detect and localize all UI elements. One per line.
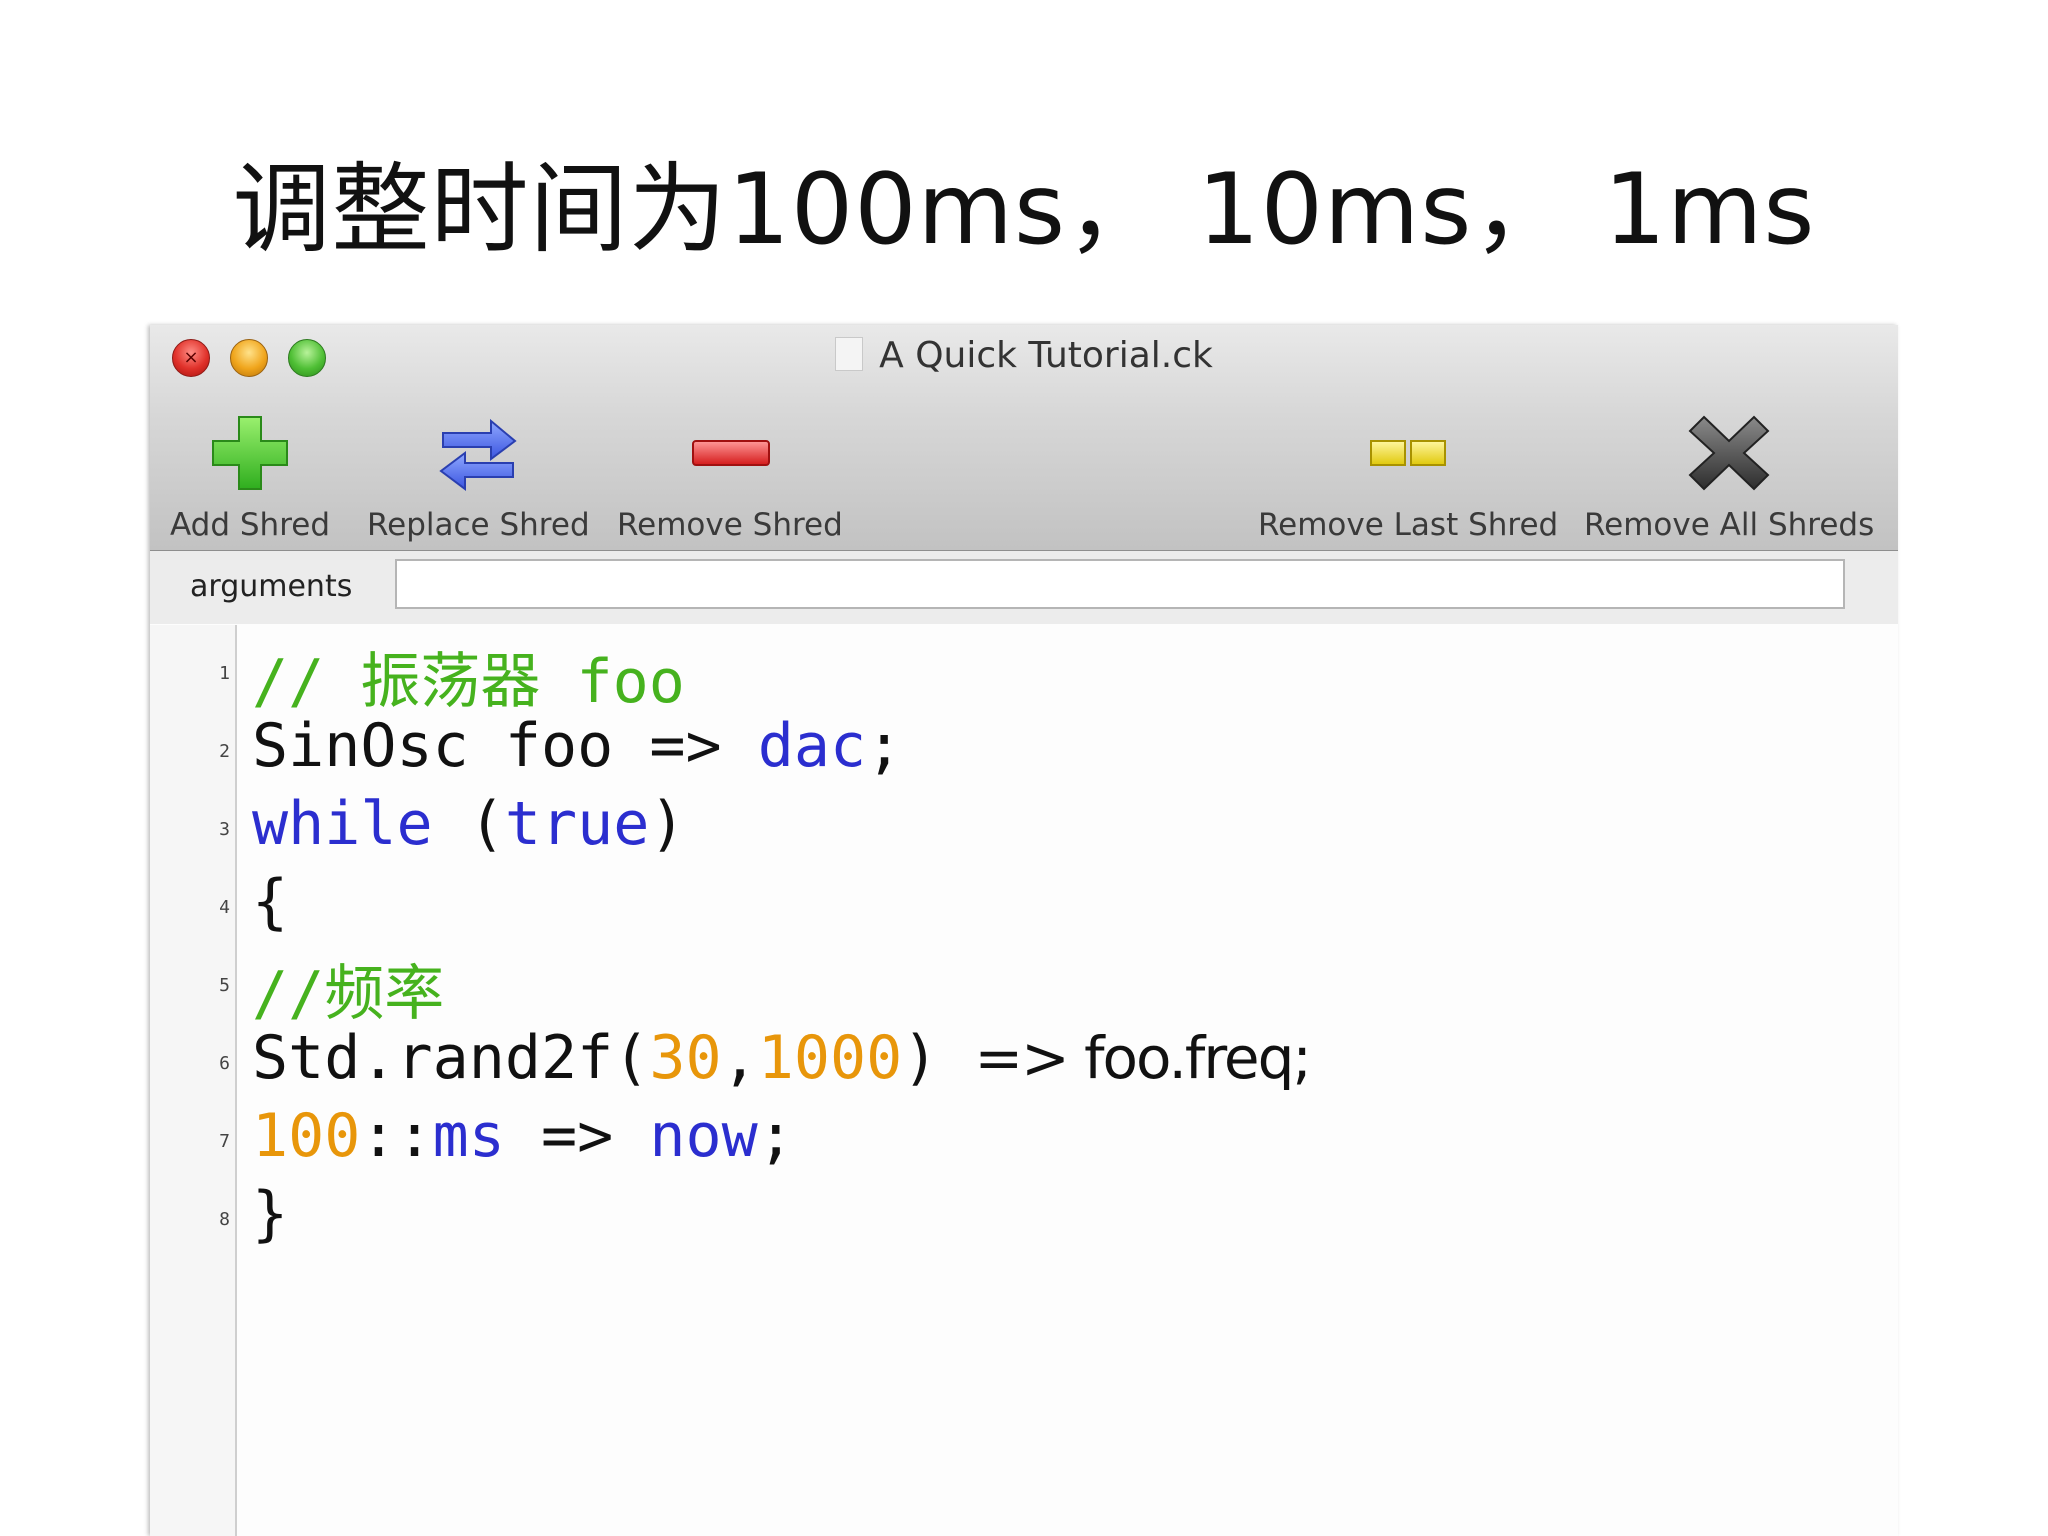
code-text: // 振荡器 foo xyxy=(252,633,685,720)
window-title-text: A Quick Tutorial.ck xyxy=(879,335,1213,376)
code-token: } xyxy=(252,1179,289,1249)
line-number: 4 xyxy=(219,897,230,918)
window-toolbar: × A Quick Tutorial.ck Add Shred Replace … xyxy=(150,325,1898,551)
line-number: 1 xyxy=(219,663,230,684)
code-text: } xyxy=(252,1179,288,1249)
code-text: 100::ms => now; xyxy=(252,1101,794,1171)
remove-last-shred-label: Remove Last Shred xyxy=(1258,507,1559,543)
code-line: 7 100::ms => now; xyxy=(150,1101,1898,1179)
code-number: 100 xyxy=(252,1101,361,1171)
code-token: ) xyxy=(649,789,686,859)
code-token: :: xyxy=(360,1101,433,1171)
code-token: ; xyxy=(757,1101,794,1171)
editor-window: × A Quick Tutorial.ck Add Shred Replace … xyxy=(150,325,1898,1536)
document-icon xyxy=(835,337,864,371)
code-token: ; xyxy=(866,711,903,781)
code-token: => foo.freq; xyxy=(974,1024,1311,1092)
code-comment: //频率 xyxy=(252,959,445,1029)
code-text: while (true) xyxy=(252,789,686,859)
code-number: 1000 xyxy=(757,1023,903,1093)
code-line: 3 while (true) xyxy=(150,789,1898,867)
remove-all-shreds-label: Remove All Shreds xyxy=(1584,507,1875,543)
code-text: Std.rand2f(30,1000) => foo.freq; xyxy=(252,1023,1312,1093)
arguments-label: arguments xyxy=(190,569,353,604)
code-token: ( xyxy=(432,789,505,859)
code-comment: // 振荡器 foo xyxy=(252,647,685,717)
plus-icon xyxy=(212,416,288,490)
code-text: SinOsc foo => dac; xyxy=(252,711,902,781)
arguments-bar: arguments xyxy=(150,551,1898,624)
code-token: SinOsc foo => xyxy=(252,711,758,781)
add-shred-button[interactable]: Add Shred xyxy=(170,413,330,543)
remove-all-shreds-button[interactable]: Remove All Shreds xyxy=(1584,413,1874,543)
replace-shred-button[interactable]: Replace Shred xyxy=(367,413,590,543)
code-token: , xyxy=(721,1023,758,1093)
x-mark-icon xyxy=(1688,415,1770,491)
line-number: 6 xyxy=(219,1053,230,1074)
code-line: 8 } xyxy=(150,1179,1898,1257)
code-line: 6 Std.rand2f(30,1000) => foo.freq; xyxy=(150,1023,1898,1101)
line-number: 8 xyxy=(219,1209,230,1230)
window-title: A Quick Tutorial.ck xyxy=(150,335,1898,376)
code-keyword: true xyxy=(504,789,650,859)
code-keyword: dac xyxy=(757,711,867,781)
code-keyword: now xyxy=(649,1101,758,1171)
code-keyword: ms xyxy=(432,1101,505,1171)
replace-shred-label: Replace Shred xyxy=(367,507,590,543)
remove-last-shred-button[interactable]: Remove Last Shred xyxy=(1258,413,1558,543)
slide-title: 调整时间为100ms， 10ms， 1ms xyxy=(232,153,1816,267)
code-token: { xyxy=(252,867,289,937)
code-line: 2 SinOsc foo => dac; xyxy=(150,711,1898,789)
swap-arrows-icon xyxy=(439,418,517,491)
code-line: 4 { xyxy=(150,867,1898,945)
code-keyword: while xyxy=(252,789,433,859)
line-number: 7 xyxy=(219,1131,230,1152)
add-shred-label: Add Shred xyxy=(170,507,331,543)
code-line: 1 // 振荡器 foo xyxy=(150,633,1898,717)
arguments-input[interactable] xyxy=(395,559,1845,609)
line-number: 2 xyxy=(219,741,230,762)
code-text: { xyxy=(252,867,288,937)
code-text: //频率 xyxy=(252,945,444,1032)
line-number: 3 xyxy=(219,819,230,840)
line-number: 5 xyxy=(219,975,230,996)
code-token: ) xyxy=(902,1023,975,1093)
code-line: 5 //频率 xyxy=(150,945,1898,1029)
code-number: 30 xyxy=(649,1023,722,1093)
code-token: => xyxy=(504,1101,650,1171)
code-token: Std.rand2f( xyxy=(252,1023,650,1093)
remove-shred-button[interactable]: Remove Shred xyxy=(617,413,843,543)
remove-shred-label: Remove Shred xyxy=(617,507,843,543)
minus-icon xyxy=(691,440,770,466)
remove-last-icon xyxy=(1370,440,1447,466)
